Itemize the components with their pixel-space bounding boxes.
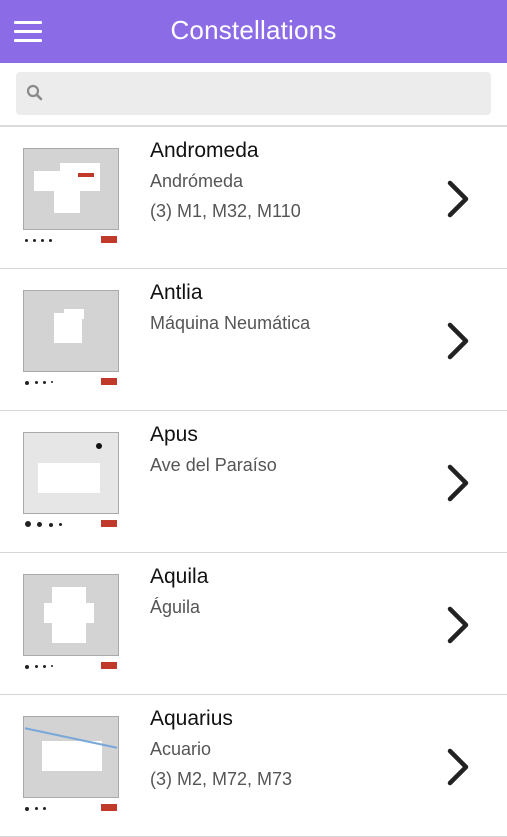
constellation-spanish-name: Andrómeda [150,171,244,191]
search-box[interactable] [16,72,491,117]
constellation-spanish-name: Águila [150,597,201,617]
list-item[interactable]: Aquarius Acuario (3) M2, M72, M73 [0,695,507,837]
constellation-name: Apus [150,423,198,446]
list-item[interactable]: Antlia Máquina Neumática [0,269,507,411]
app-bar: Constellations [0,0,507,63]
constellation-name: Aquarius [150,707,233,730]
chevron-right-icon[interactable] [444,747,472,787]
page-title: Constellations [170,15,337,45]
constellation-spanish-name: Ave del Paraíso [150,455,277,475]
constellation-map-thumbnail [19,571,121,673]
constellation-name: Aquila [150,565,209,588]
search-input[interactable] [54,72,483,117]
messier-objects: (3) M1, M32, M110 [150,201,301,221]
constellation-name: Antlia [150,281,203,304]
list-item[interactable]: Andromeda Andrómeda (3) M1, M32, M110 [0,127,507,269]
chevron-right-icon[interactable] [444,179,472,219]
messier-objects: (3) M2, M72, M73 [150,769,293,789]
constellation-map-thumbnail [19,287,121,389]
chevron-right-icon[interactable] [444,605,472,645]
search-bar [0,63,507,127]
list-item[interactable]: Apus Ave del Paraíso [0,411,507,553]
constellation-map-thumbnail [19,429,121,531]
search-icon [26,84,43,101]
constellation-list: Andromeda Andrómeda (3) M1, M32, M110 An… [0,127,507,837]
constellation-spanish-name: Máquina Neumática [150,313,311,333]
list-item[interactable]: Aquila Águila [0,553,507,695]
chevron-right-icon[interactable] [444,463,472,503]
constellation-spanish-name: Acuario [150,739,212,759]
constellation-map-thumbnail [19,145,121,247]
chevron-right-icon[interactable] [444,321,472,361]
constellation-name: Andromeda [150,139,259,162]
